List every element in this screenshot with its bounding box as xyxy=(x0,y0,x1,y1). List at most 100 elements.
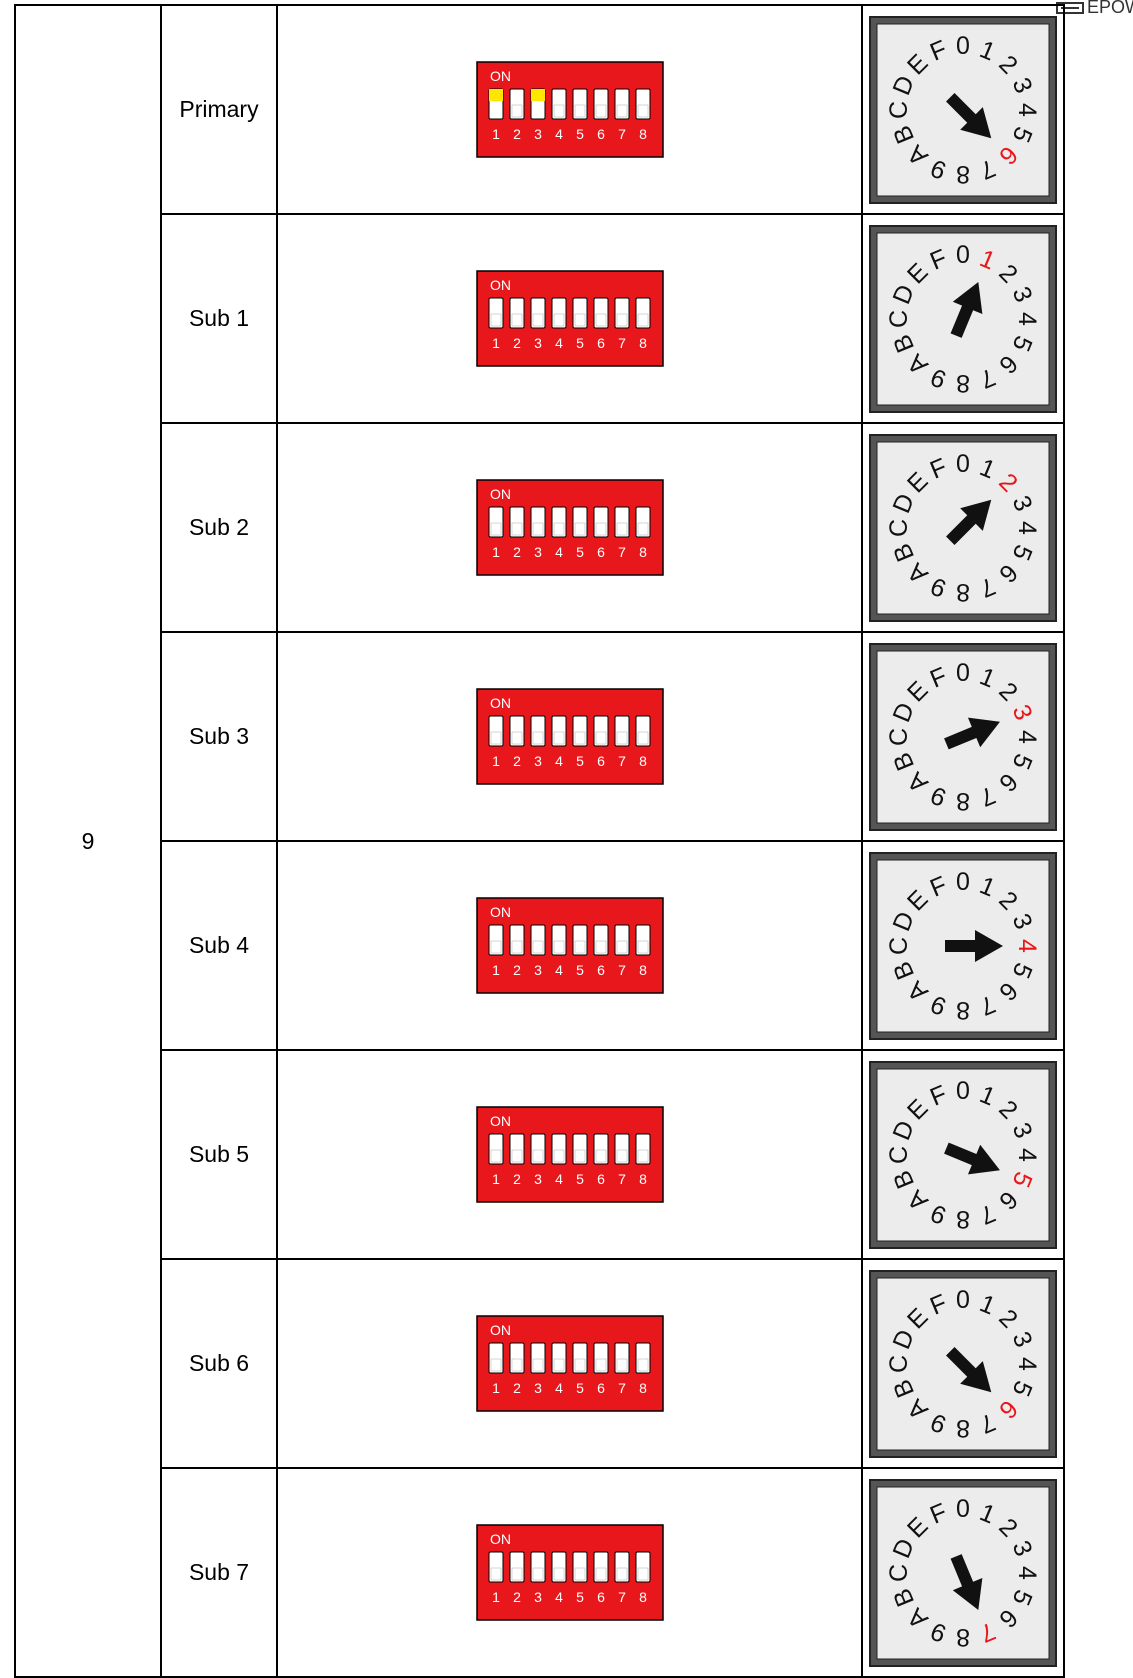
table-row: Sub 3 ON 1 2 3 4 5 6 7 8 0 1 2 3 4 5 6 7 8 9 A B C D E F xyxy=(15,631,1065,842)
dip-switch-6 xyxy=(593,1342,608,1374)
dip-lever-off xyxy=(532,1567,543,1581)
dip-lever-off xyxy=(490,731,501,745)
dip-lever-off xyxy=(637,940,648,954)
dip-number-label: 3 xyxy=(534,962,542,978)
dip-switch-4 xyxy=(551,297,566,329)
dial-label: 8 xyxy=(956,1205,970,1233)
dip-number-label: 6 xyxy=(597,544,605,560)
dip-number-label: 1 xyxy=(492,1589,500,1605)
dip-number-label: 5 xyxy=(576,335,584,351)
dial-label: C xyxy=(885,309,913,327)
dip-switch-2 xyxy=(509,506,524,538)
dial-label: 4 xyxy=(1013,103,1041,117)
dial-label: 4 xyxy=(1013,521,1041,535)
dip-switch-1 xyxy=(488,924,503,956)
dip-lever-off xyxy=(490,1358,501,1372)
dial-label: C xyxy=(885,1563,913,1581)
dip-number-label: 4 xyxy=(555,1589,563,1605)
dip-lever-off xyxy=(511,1149,522,1163)
dip-switch-4 xyxy=(551,715,566,747)
dip-number-label: 7 xyxy=(618,335,626,351)
rotary-switch: 0 123456789ABCDEF xyxy=(869,851,1057,1040)
dip-switch: ON 1 2 3 4 5 6 7 8 xyxy=(475,1524,664,1621)
dip-number-label: 4 xyxy=(555,1171,563,1187)
dip-switch-6 xyxy=(593,924,608,956)
dip-lever-off xyxy=(637,1149,648,1163)
dip-number-label: 3 xyxy=(534,1380,542,1396)
rotary-switch: 0 123456789ABCDEF xyxy=(869,15,1057,204)
dip-number-label: 5 xyxy=(576,126,584,142)
dip-lever-off xyxy=(511,940,522,954)
dip-switch-5 xyxy=(572,506,587,538)
table-row: Sub 4 ON 1 2 3 4 5 6 7 8 0 1 2 3 4 5 6 7 8 9 A B C D E F xyxy=(15,840,1065,1051)
role-label: Sub 5 xyxy=(160,1049,278,1260)
dial-label: 0 xyxy=(956,32,970,60)
dip-switch-2 xyxy=(509,715,524,747)
dip-switch-6 xyxy=(593,1551,608,1583)
role-label: Primary xyxy=(160,4,278,215)
dip-switch-8 xyxy=(635,88,650,120)
dip-lever-off xyxy=(574,1358,585,1372)
dip-switch-6 xyxy=(593,1133,608,1165)
dip-lever-off xyxy=(637,731,648,745)
dip-number-label: 7 xyxy=(618,962,626,978)
rotary-cell: 0123456789ABCDEF xyxy=(861,1467,1065,1678)
dip-switch-7 xyxy=(614,1342,629,1374)
dial-label: 8 xyxy=(956,369,970,397)
dip-lever-off xyxy=(532,731,543,745)
dip-number-label: 2 xyxy=(513,1171,521,1187)
dip-lever-off xyxy=(574,1567,585,1581)
group-number: 9 xyxy=(14,4,162,1678)
dial-label: C xyxy=(885,1354,913,1372)
dip-switch-3 xyxy=(530,1342,545,1374)
dial-label: 8 xyxy=(956,787,970,815)
dip-number-label: 8 xyxy=(639,335,647,351)
dip-switch-2 xyxy=(509,1551,524,1583)
dip-number-label: 3 xyxy=(534,335,542,351)
dip-lever-off xyxy=(553,104,564,118)
table-row: Sub 7 ON 1 2 3 4 5 6 7 8 0 1 2 3 4 5 6 7 8 9 A B C D E F xyxy=(15,1467,1065,1678)
rotary-switch: 0 123456789ABCDEF xyxy=(869,642,1057,831)
table-row: Sub 2 ON 1 2 3 4 5 6 7 8 0 1 2 3 4 5 6 7 8 9 A B C D E F xyxy=(15,422,1065,633)
dip-lever-off xyxy=(574,104,585,118)
dip-number-label: 1 xyxy=(492,962,500,978)
dial-label: 8 xyxy=(956,996,970,1024)
dip-lever-off xyxy=(595,731,606,745)
dip-number-label: 5 xyxy=(576,544,584,560)
dip-number-label: 2 xyxy=(513,962,521,978)
dip-lever-off xyxy=(553,940,564,954)
dip-number-label: 5 xyxy=(576,962,584,978)
role-label: Sub 2 xyxy=(160,422,278,633)
dip-number-label: 5 xyxy=(576,753,584,769)
dip-lever-off xyxy=(490,522,501,536)
dip-on-label: ON xyxy=(490,68,511,84)
dip-lever-off xyxy=(532,940,543,954)
dip-number-label: 3 xyxy=(534,1589,542,1605)
dip-switch: ON 1 2 3 4 5 6 7 8 xyxy=(475,479,664,576)
dip-on-label: ON xyxy=(490,1322,511,1338)
dip-number-label: 4 xyxy=(555,544,563,560)
dip-lever-off xyxy=(595,1149,606,1163)
dip-number-label: 2 xyxy=(513,335,521,351)
dip-lever-off xyxy=(616,731,627,745)
dial-label: 4 xyxy=(1013,1357,1041,1371)
dip-number-label: 8 xyxy=(639,1589,647,1605)
dip-switch-3 xyxy=(530,297,545,329)
dial-label: 8 xyxy=(956,1414,970,1442)
dip-number-label: 7 xyxy=(618,126,626,142)
rotary-switch: 0 123456789ABCDEF xyxy=(869,224,1057,413)
dip-lever-off xyxy=(532,1149,543,1163)
dip-switch-4 xyxy=(551,1551,566,1583)
dip-number-label: 6 xyxy=(597,1171,605,1187)
dip-switch-2 xyxy=(509,1133,524,1165)
dip-cell: ON 1 2 3 4 5 6 7 8 xyxy=(276,1258,863,1469)
dip-lever-off xyxy=(616,940,627,954)
dial-label: C xyxy=(885,518,913,536)
dip-number-label: 1 xyxy=(492,126,500,142)
role-label: Sub 4 xyxy=(160,840,278,1051)
dip-lever-off xyxy=(532,1358,543,1372)
dip-switch-1 xyxy=(488,297,503,329)
dial-label: C xyxy=(885,727,913,745)
dip-switch-7 xyxy=(614,715,629,747)
dip-cell: ON 1 2 3 4 5 6 7 8 xyxy=(276,1049,863,1260)
